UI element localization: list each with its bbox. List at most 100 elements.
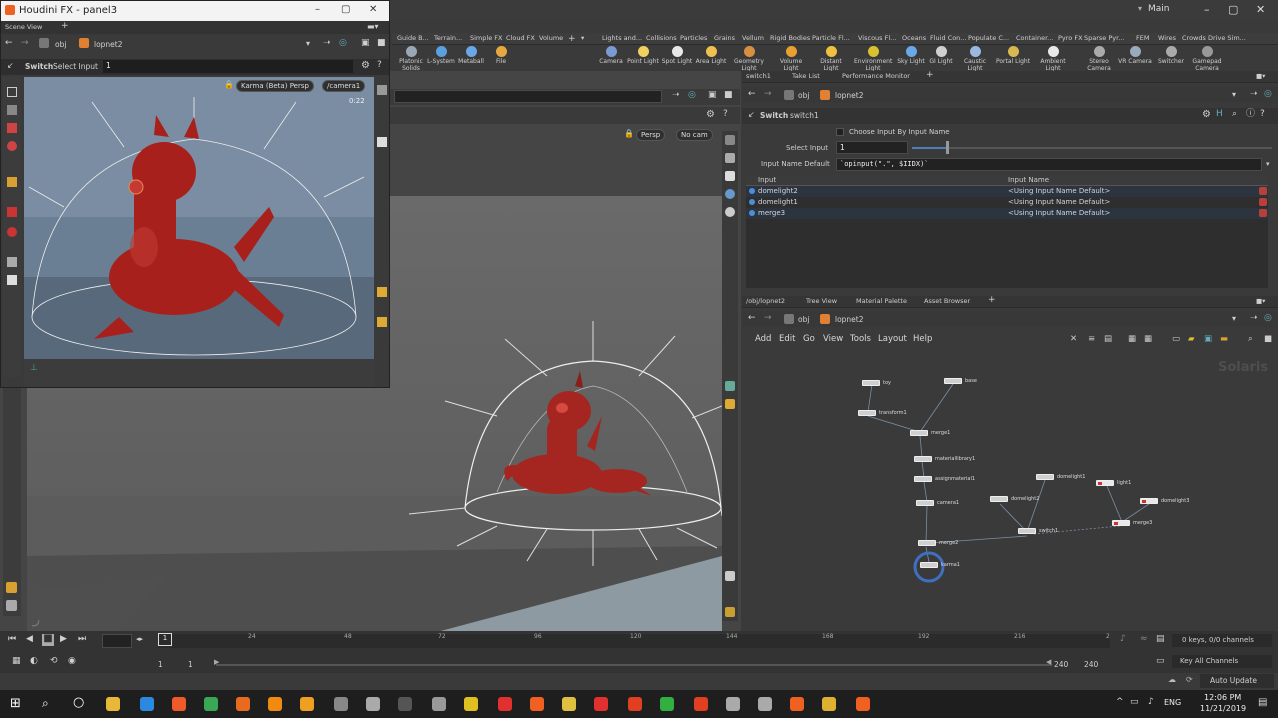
shelf-tool-button[interactable]: Volume Light bbox=[772, 46, 810, 72]
network-folder-icon[interactable]: ▬ bbox=[1220, 334, 1228, 344]
network-grid-icon[interactable]: ▦ bbox=[1128, 334, 1136, 344]
network-node[interactable] bbox=[990, 496, 1008, 502]
choose-by-name-checkbox[interactable] bbox=[836, 128, 844, 136]
search-app-icon[interactable] bbox=[300, 697, 314, 711]
firefox-icon[interactable] bbox=[236, 697, 250, 711]
floating-window-title-bar[interactable]: Houdini FX - panel3 – ▢ ✕ bbox=[1, 1, 389, 21]
add-tab-button[interactable]: + bbox=[61, 21, 69, 31]
current-frame-field[interactable] bbox=[102, 634, 132, 648]
settings-tool-icon[interactable] bbox=[6, 600, 17, 611]
float-light-icon[interactable] bbox=[7, 257, 17, 267]
grid-icon[interactable] bbox=[725, 607, 735, 617]
add-network-tab-button[interactable]: + bbox=[988, 295, 996, 305]
tray-up-icon[interactable]: ^ bbox=[1116, 698, 1124, 707]
remove-input-icon[interactable] bbox=[1259, 209, 1267, 217]
shelf-tool-button[interactable]: Geometry Light bbox=[730, 46, 768, 72]
network-back-icon[interactable]: ← bbox=[748, 314, 756, 323]
node-name-field[interactable]: switch1 bbox=[790, 111, 819, 120]
menu-layout[interactable]: Layout bbox=[878, 334, 907, 344]
network-pin-icon[interactable]: ➝ bbox=[1250, 314, 1258, 323]
path-lopnet2[interactable]: lopnet2 bbox=[94, 40, 123, 49]
shelf-tab[interactable]: FEM bbox=[1136, 34, 1149, 42]
float-cam-icon[interactable] bbox=[7, 275, 17, 285]
shelf-tab[interactable]: Viscous Fl... bbox=[858, 34, 896, 42]
cloud-icon[interactable]: ☁ bbox=[1168, 676, 1176, 684]
float-select-icon[interactable] bbox=[7, 87, 17, 97]
lock-icon[interactable]: 🔒 bbox=[624, 130, 634, 138]
daz-icon[interactable] bbox=[334, 697, 348, 711]
display-tool-icon[interactable] bbox=[6, 582, 17, 593]
network-options-icon[interactable]: ■ bbox=[1264, 334, 1272, 344]
render-lock-icon[interactable]: 🔒 bbox=[224, 81, 234, 89]
camera-menu[interactable]: /camera1 bbox=[322, 80, 366, 92]
main-maximize-button[interactable]: ▢ bbox=[1228, 3, 1238, 16]
network-grid2-icon[interactable]: ▦ bbox=[1144, 334, 1152, 344]
shelf-tab[interactable]: Rigid Bodies bbox=[770, 34, 810, 42]
network-tool-icon[interactable]: ✕ bbox=[1070, 334, 1077, 344]
path-obj[interactable]: obj bbox=[55, 40, 66, 49]
menu-go[interactable]: Go bbox=[803, 334, 815, 344]
shelf-tool-button[interactable]: Gamepad Camera bbox=[1188, 46, 1226, 72]
houdini1-icon[interactable] bbox=[530, 697, 544, 711]
shelf-tab[interactable]: Lights and... bbox=[602, 34, 642, 42]
shelf-tool-button[interactable]: Point Light bbox=[624, 46, 662, 65]
tab-tree-view[interactable]: Tree View bbox=[806, 297, 837, 305]
network-table-icon[interactable]: ▤ bbox=[1104, 334, 1112, 344]
row-input-name[interactable]: <Using Input Name Default> bbox=[1008, 209, 1110, 217]
viewport-settings-gear-icon[interactable]: ⚙ bbox=[706, 110, 715, 120]
frame-icon[interactable] bbox=[725, 571, 735, 581]
network-node[interactable] bbox=[918, 540, 936, 546]
stop-icon[interactable]: ■ bbox=[42, 634, 54, 646]
shelf-tab[interactable]: Collisions bbox=[646, 34, 677, 42]
guide-icon[interactable] bbox=[725, 399, 735, 409]
viewport-help-icon[interactable]: ? bbox=[723, 110, 728, 119]
shelf-tab[interactable]: Wires bbox=[1158, 34, 1176, 42]
end-frame-2[interactable]: 240 bbox=[1084, 660, 1098, 669]
app-cloud-icon[interactable] bbox=[366, 697, 380, 711]
network-layout-icon[interactable]: ▭ bbox=[1172, 334, 1180, 344]
float-minimize-button[interactable]: – bbox=[315, 4, 320, 15]
float-move-icon[interactable] bbox=[7, 123, 17, 133]
toggle-icon[interactable] bbox=[725, 153, 735, 163]
param-help-icon[interactable]: ? bbox=[1260, 110, 1265, 119]
header-input-name[interactable]: Input Name bbox=[1008, 176, 1049, 184]
app-flow-icon[interactable] bbox=[758, 697, 772, 711]
keys-icon[interactable]: ▤ bbox=[1156, 635, 1165, 644]
remove-input-icon[interactable] bbox=[1259, 198, 1267, 206]
network-icon[interactable]: ▭ bbox=[1130, 698, 1139, 707]
shelf-tool-button[interactable]: Caustic Light bbox=[956, 46, 994, 72]
search-icon[interactable]: ⌕ bbox=[42, 697, 49, 709]
shelf-tool-button[interactable]: VR Camera bbox=[1116, 46, 1154, 65]
range-start-handle[interactable]: ▶ bbox=[214, 659, 219, 666]
workspace-label[interactable]: Main bbox=[1148, 4, 1170, 14]
float-snap-icon[interactable] bbox=[377, 317, 387, 327]
param-h-icon[interactable]: H bbox=[1216, 110, 1223, 119]
float-view-icon[interactable] bbox=[7, 105, 17, 115]
float-magnet-icon[interactable] bbox=[7, 227, 17, 237]
float-pose-icon[interactable] bbox=[7, 207, 17, 217]
row-input-name[interactable]: <Using Input Name Default> bbox=[1008, 198, 1110, 206]
tab-obj-lopnet2[interactable]: /obj/lopnet2 bbox=[746, 297, 785, 305]
network-search-icon[interactable]: ⌕ bbox=[1248, 334, 1253, 344]
network-view-icon[interactable]: ▣ bbox=[1204, 334, 1212, 344]
app-tri-icon[interactable] bbox=[562, 697, 576, 711]
vlc-icon[interactable] bbox=[268, 697, 282, 711]
shading-icon[interactable] bbox=[725, 189, 735, 199]
float-link-icon[interactable]: ◎ bbox=[339, 39, 347, 48]
network-node[interactable] bbox=[1112, 520, 1130, 526]
snapshot-icon[interactable]: ▣ bbox=[708, 91, 717, 100]
network-path-lopnet2[interactable]: lopnet2 bbox=[835, 315, 864, 324]
input-name-default-field[interactable]: `opinput(".", $IIDX)` bbox=[836, 158, 1262, 171]
app-m-icon[interactable] bbox=[594, 697, 608, 711]
shelf-tab[interactable]: Terrain... bbox=[434, 34, 462, 42]
network-path-obj[interactable]: obj bbox=[798, 315, 809, 324]
shelf-menu-icon[interactable]: ▾ bbox=[581, 34, 584, 42]
auto-update-menu[interactable]: Auto Update bbox=[1200, 674, 1274, 688]
renderer-menu[interactable]: Karma (Beta) Persp bbox=[236, 80, 314, 92]
network-node[interactable] bbox=[944, 378, 962, 384]
select-input-slider-handle[interactable] bbox=[946, 141, 949, 154]
shelf-tool-button[interactable]: Ambient Light bbox=[1034, 46, 1072, 72]
link-icon[interactable]: ◎ bbox=[688, 91, 696, 100]
network-node[interactable] bbox=[914, 476, 932, 482]
table-row[interactable]: domelight1 <Using Input Name Default> bbox=[746, 197, 1268, 208]
